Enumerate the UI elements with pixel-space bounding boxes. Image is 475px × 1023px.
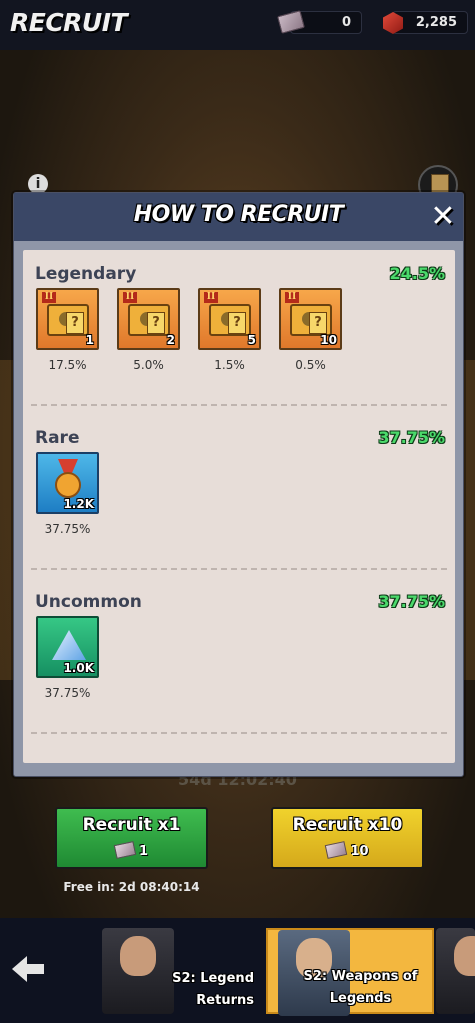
back-arrow-icon[interactable] bbox=[12, 956, 44, 982]
item-quantity: 1.2K bbox=[63, 497, 94, 511]
recruit-x10-cost: 10 bbox=[273, 841, 422, 859]
recruit-x1-cost: 1 bbox=[57, 841, 206, 859]
rare-medal-item[interactable]: 1.2K bbox=[36, 452, 99, 514]
top-bar: RECRUIT 0 2,285 bbox=[0, 0, 475, 50]
bottom-bar: S2: Legend Returns S2: Weapons of Legend… bbox=[0, 918, 475, 1023]
section-divider bbox=[31, 568, 447, 570]
item-quantity: 2 bbox=[166, 333, 175, 347]
ribbon-icon bbox=[58, 459, 78, 473]
legendary-chest-item[interactable]: II ? 5 bbox=[198, 288, 261, 350]
banner-label: S2: Weapons of Legends bbox=[303, 969, 418, 1006]
recruit-x10-button[interactable]: Recruit x10 10 bbox=[271, 807, 424, 869]
tier-badge: II bbox=[285, 292, 299, 303]
ticket-icon bbox=[277, 10, 305, 34]
mystery-icon: ? bbox=[66, 312, 84, 334]
item-percent: 1.5% bbox=[214, 358, 245, 372]
item-quantity: 1.0K bbox=[63, 661, 94, 675]
item-quantity: 10 bbox=[320, 333, 337, 347]
mystery-icon: ? bbox=[228, 312, 246, 334]
recruit-x10-label: Recruit x10 bbox=[292, 815, 403, 835]
tier-badge: II bbox=[123, 292, 137, 303]
section-title-rare: Rare bbox=[35, 428, 80, 448]
legendary-chest-item[interactable]: II ? 1 bbox=[36, 288, 99, 350]
modal-header: HOW TO RECRUIT ✕ bbox=[14, 193, 463, 241]
section-divider bbox=[31, 732, 447, 734]
crystal-icon bbox=[52, 630, 86, 660]
close-icon[interactable]: ✕ bbox=[426, 200, 460, 234]
item-percent: 37.75% bbox=[44, 686, 91, 700]
item-quantity: 1 bbox=[85, 333, 94, 347]
item-percent: 5.0% bbox=[133, 358, 164, 372]
tier-badge: II bbox=[42, 292, 56, 303]
banner-label: S2: Legend Returns bbox=[172, 971, 254, 1008]
item-percent: 37.75% bbox=[44, 522, 91, 536]
free-recruit-timer: Free in: 2d 08:40:14 bbox=[63, 880, 200, 894]
item-percent: 0.5% bbox=[295, 358, 326, 372]
hero-portrait bbox=[436, 928, 475, 1014]
section-percent-rare: 37.75% bbox=[378, 428, 445, 447]
modal-title: HOW TO RECRUIT bbox=[133, 202, 344, 227]
legendary-chest-item[interactable]: II ? 10 bbox=[279, 288, 342, 350]
tier-badge: II bbox=[204, 292, 218, 303]
gem-counter[interactable]: 2,285 bbox=[383, 11, 468, 34]
ticket-counter[interactable]: 0 bbox=[277, 10, 362, 34]
item-quantity: 5 bbox=[247, 333, 256, 347]
recruit-x1-button[interactable]: Recruit x1 1 bbox=[55, 807, 208, 869]
banner-weapons-of-legends[interactable]: S2: Weapons of Legends bbox=[266, 928, 434, 1016]
info-icon[interactable]: i bbox=[28, 174, 48, 194]
mystery-icon: ? bbox=[147, 312, 165, 334]
modal-body: Legendary 24.5% II ? 1 17.5% II ? 2 5.0%… bbox=[23, 250, 455, 763]
section-title-uncommon: Uncommon bbox=[35, 592, 142, 612]
mystery-icon: ? bbox=[309, 312, 327, 334]
banner-legend-returns[interactable]: S2: Legend Returns bbox=[92, 928, 260, 1014]
how-to-recruit-modal: HOW TO RECRUIT ✕ Legendary 24.5% II ? 1 … bbox=[13, 192, 464, 777]
section-title-legendary: Legendary bbox=[35, 264, 137, 284]
ticket-count: 0 bbox=[341, 15, 351, 30]
banner-next[interactable] bbox=[436, 928, 475, 1014]
ticket-icon bbox=[113, 841, 137, 859]
ticket-icon bbox=[325, 841, 348, 859]
uncommon-crystal-item[interactable]: 1.0K bbox=[36, 616, 99, 678]
section-divider bbox=[31, 404, 447, 406]
medal-icon bbox=[55, 472, 81, 498]
section-percent-legendary: 24.5% bbox=[389, 264, 445, 283]
item-percent: 17.5% bbox=[48, 358, 87, 372]
section-percent-uncommon: 37.75% bbox=[378, 592, 445, 611]
gem-count: 2,285 bbox=[415, 15, 457, 30]
legendary-chest-item[interactable]: II ? 2 bbox=[117, 288, 180, 350]
gem-icon bbox=[383, 12, 403, 34]
recruit-x1-label: Recruit x1 bbox=[82, 815, 181, 835]
page-title: RECRUIT bbox=[10, 8, 128, 37]
